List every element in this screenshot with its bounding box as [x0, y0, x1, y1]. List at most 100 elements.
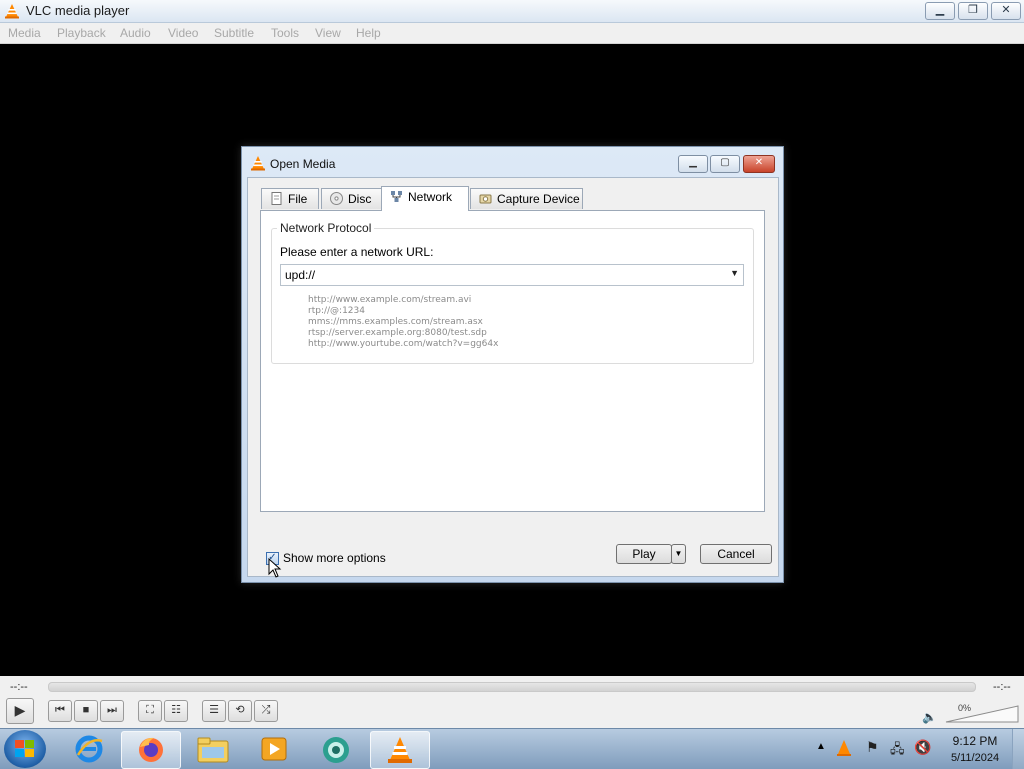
previous-icon: ⏮: [55, 704, 65, 716]
menu-bar: Media Playback Audio Video Subtitle Tool…: [0, 23, 1024, 44]
show-hidden-icons-button[interactable]: ▲: [816, 741, 826, 752]
cancel-button[interactable]: Cancel: [700, 544, 772, 564]
dialog-body: File Disc Network Capture Device Please …: [247, 177, 779, 578]
dialog-title: Open Media: [270, 157, 336, 171]
dialog-maximize-button[interactable]: ▢: [710, 155, 740, 173]
tab-disc-label: Disc: [348, 192, 372, 206]
menu-subtitle[interactable]: Subtitle: [214, 26, 254, 40]
menu-video[interactable]: Video: [168, 26, 198, 40]
media-player-icon: [261, 737, 287, 761]
tab-network-label: Network: [408, 190, 453, 204]
network-url-combobox[interactable]: upd:// ▼: [280, 264, 744, 286]
url-example: http://www.example.com/stream.avi: [308, 295, 472, 305]
network-icon: [391, 191, 402, 202]
fullscreen-icon: ⛶: [146, 704, 154, 716]
taskbar-file-explorer[interactable]: [184, 731, 242, 767]
dropdown-arrow-icon[interactable]: ▼: [730, 268, 739, 278]
network-url-value: upd://: [285, 268, 316, 282]
taskbar-media-player[interactable]: [245, 731, 303, 767]
seek-slider[interactable]: [48, 682, 976, 692]
shuffle-icon: ⤮: [261, 704, 271, 716]
chevron-down-icon: ▼: [674, 549, 683, 558]
url-prompt: Please enter a network URL:: [280, 245, 434, 259]
fullscreen-button[interactable]: ⛶: [138, 700, 162, 722]
tab-file-label: File: [288, 192, 308, 206]
mute-button[interactable]: 🔈: [922, 710, 937, 724]
menu-audio[interactable]: Audio: [120, 26, 151, 40]
play-button[interactable]: Play: [616, 544, 672, 564]
vlc-icon: [251, 156, 265, 171]
next-icon: ⏭: [107, 704, 117, 716]
tab-capture-device-label: Capture Device: [497, 192, 580, 206]
open-media-dialog: Open Media ▁ ▢ ✕ File Disc Network Captu…: [241, 146, 784, 583]
close-button[interactable]: ✕: [991, 2, 1021, 20]
speaker-icon: 🔈: [922, 710, 937, 724]
loop-icon: ⟲: [235, 704, 245, 716]
play-dropdown-button[interactable]: ▼: [671, 544, 686, 564]
dialog-minimize-button[interactable]: ▁: [678, 155, 708, 173]
elapsed-time: --:--: [10, 681, 28, 693]
url-example: rtp://@:1234: [308, 306, 365, 316]
taskbar-app[interactable]: [307, 731, 365, 767]
show-desktop-button[interactable]: [1012, 729, 1024, 769]
volume-slider[interactable]: [944, 704, 1020, 724]
url-example: http://www.yourtube.com/watch?v=gg64x: [308, 339, 499, 349]
restore-button[interactable]: ❐: [958, 2, 988, 20]
stop-icon: ■: [82, 704, 90, 716]
menu-media[interactable]: Media: [8, 26, 41, 40]
file-icon: [271, 192, 282, 205]
playlist-icon: ☰: [209, 704, 219, 716]
remaining-time[interactable]: --:--: [993, 681, 1011, 693]
url-example: rtsp://server.example.org:8080/test.sdp: [308, 328, 487, 338]
play-control-button[interactable]: ▶: [6, 698, 34, 724]
file-explorer-icon: [197, 737, 229, 763]
taskbar-internet-explorer[interactable]: [60, 731, 118, 767]
tab-capture-device[interactable]: Capture Device: [470, 188, 583, 209]
next-button[interactable]: ⏭: [100, 700, 124, 722]
action-center-flag-icon[interactable]: ⚑: [866, 739, 879, 756]
vlc-icon: [5, 4, 19, 19]
start-button[interactable]: [4, 730, 46, 768]
url-example: mms://mms.examples.com/stream.asx: [308, 317, 483, 327]
tray-vlc-icon[interactable]: [836, 739, 852, 757]
mouse-cursor-icon: [268, 558, 282, 578]
network-protocol-label: Network Protocol: [277, 221, 375, 235]
disc-icon: [330, 192, 343, 205]
tab-network[interactable]: Network: [381, 186, 469, 211]
network-tray-icon[interactable]: 🖧: [890, 740, 905, 762]
loop-button[interactable]: ⟲: [228, 700, 252, 722]
internet-explorer-icon: [75, 735, 103, 763]
vlc-icon: [388, 737, 412, 763]
firefox-icon: [139, 737, 163, 762]
dialog-close-button[interactable]: ✕: [743, 155, 775, 173]
vlc-title-bar: VLC media player ▁ ❐ ✕: [0, 0, 1024, 23]
window-title: VLC media player: [26, 3, 130, 18]
app-icon: [323, 737, 349, 763]
menu-help[interactable]: Help: [356, 26, 381, 40]
previous-button[interactable]: ⏮: [48, 700, 72, 722]
taskbar-vlc[interactable]: [370, 731, 430, 769]
play-icon: ▶: [14, 702, 26, 718]
playlist-button[interactable]: ☰: [202, 700, 226, 722]
volume-percent: 0%: [958, 703, 972, 713]
tab-file[interactable]: File: [261, 188, 319, 209]
capture-device-icon: [479, 194, 492, 204]
tab-disc[interactable]: Disc: [321, 188, 382, 209]
extended-settings-icon: ☷: [171, 704, 181, 716]
menu-playback[interactable]: Playback: [57, 26, 106, 40]
stop-button[interactable]: ■: [74, 700, 98, 722]
taskbar-firefox[interactable]: [121, 731, 181, 769]
menu-view[interactable]: View: [315, 26, 341, 40]
taskbar: ▲ ⚑ 🖧 🔇 9:12 PM 5/11/2024: [0, 728, 1024, 769]
network-tab-panel: Please enter a network URL: upd:// ▼ htt…: [260, 210, 765, 512]
chevron-up-icon: ▲: [816, 741, 826, 752]
shuffle-button[interactable]: ⤮: [254, 700, 278, 722]
extended-settings-button[interactable]: ☷: [164, 700, 188, 722]
menu-tools[interactable]: Tools: [271, 26, 299, 40]
show-more-options-label[interactable]: Show more options: [283, 551, 386, 565]
volume-muted-tray-icon[interactable]: 🔇: [914, 739, 931, 756]
minimize-button[interactable]: ▁: [925, 2, 955, 20]
clock-time[interactable]: 9:12 PM: [942, 734, 1008, 748]
network-protocol-group: Please enter a network URL: upd:// ▼ htt…: [271, 228, 754, 364]
clock-date[interactable]: 5/11/2024: [942, 752, 1008, 764]
